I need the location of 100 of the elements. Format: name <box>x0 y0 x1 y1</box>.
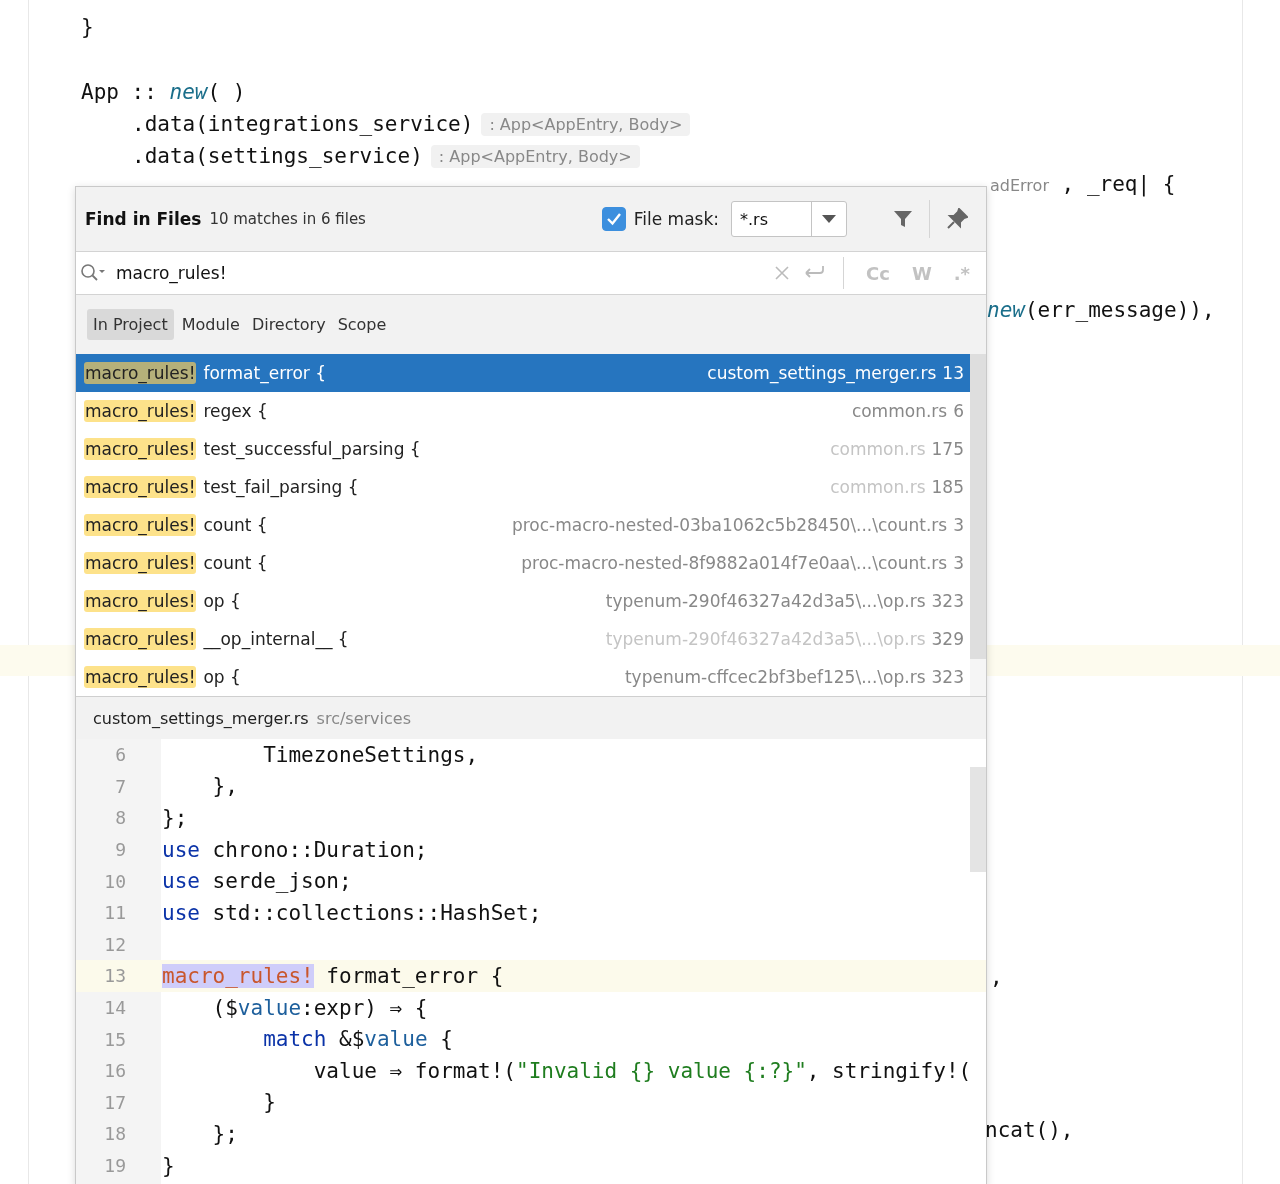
line-number: 8 <box>114 807 127 829</box>
pin-icon[interactable] <box>946 208 968 230</box>
code-line: } <box>162 1153 175 1178</box>
popup-title: Find in Files <box>85 209 202 229</box>
result-row[interactable]: macro_rules! count { proc-macro-nested-8f9882a014f7e0aa\...\count.rs 3 <box>76 544 970 582</box>
result-line-number: 3 <box>953 515 964 535</box>
code-line: .data(settings_service) <box>132 144 423 168</box>
result-row[interactable]: macro_rules! format_error { custom_settings_merger.rs 13 <box>76 354 970 392</box>
result-line-number: 6 <box>953 401 964 421</box>
line-number: 19 <box>103 1155 127 1176</box>
code-line: }; <box>162 806 188 830</box>
scope-tab[interactable]: Scope <box>333 309 391 340</box>
filter-icon[interactable] <box>893 209 913 229</box>
clear-icon[interactable] <box>775 266 789 280</box>
code-fragment: , <box>990 965 1003 989</box>
result-line-number: 323 <box>931 667 964 687</box>
code-line: use serde_json; <box>162 869 352 894</box>
result-file: custom_settings_merger.rs <box>707 363 937 383</box>
match-highlight: macro_rules! <box>84 628 197 650</box>
result-row[interactable]: macro_rules! __op_internal__ { typenum-290f46327a42d3a5\...\op.rs 329 <box>76 620 970 658</box>
file-mask-combo[interactable]: *.rs <box>731 201 847 237</box>
result-line-number: 13 <box>942 363 964 383</box>
search-icon <box>80 263 106 283</box>
result-text: test_fail_parsing { <box>203 477 359 497</box>
result-line-number: 329 <box>931 629 964 649</box>
result-row[interactable]: macro_rules! regex { common.rs 6 <box>76 392 970 430</box>
line-number: 7 <box>114 775 127 797</box>
result-row[interactable]: macro_rules! count { proc-macro-nested-03ba1062c5b28450\...\count.rs 3 <box>76 506 970 544</box>
result-text: count { <box>203 515 268 535</box>
code-line: } <box>81 15 94 39</box>
code-fragment: new(err_message)), <box>987 298 1215 322</box>
match-highlight: macro_rules! <box>84 476 197 498</box>
match-highlight: macro_rules! <box>84 362 197 384</box>
code-fragment: adError , _req| { <box>990 172 1176 196</box>
type-hint: : App<AppEntry, Body> <box>430 144 640 168</box>
scrollbar-thumb[interactable] <box>970 354 986 659</box>
result-line-number: 185 <box>931 477 964 497</box>
code-line: match &$value { <box>262 1027 453 1052</box>
code-line: value ⇒ format!("Invalid {} value {:?}", stringify!( <box>312 1058 972 1083</box>
match-highlight: macro_rules! <box>84 590 197 612</box>
code-line: }; <box>211 1121 238 1146</box>
code-fragment: ncat(), <box>985 1118 1074 1142</box>
line-number: 17 <box>103 1091 127 1113</box>
result-file: common.rs <box>851 401 948 421</box>
code-line: .data(integrations_service) <box>132 112 474 136</box>
result-text: regex { <box>203 401 268 421</box>
preview-file-path: src/services <box>316 708 411 728</box>
line-number: 18 <box>103 1123 127 1145</box>
result-text: test_successful_parsing { <box>203 439 421 459</box>
line-number: 12 <box>103 933 127 955</box>
scope-tab[interactable]: In Project <box>87 309 174 340</box>
result-row[interactable]: macro_rules! op { typenum-cffcec2bf3bef125\...\op.rs 323 <box>76 658 970 696</box>
code-line: App :: new( ) <box>81 80 246 104</box>
line-number: 11 <box>103 902 127 924</box>
code-line: use std::collections::HashSet; <box>162 900 542 925</box>
match-highlight: macro_rules! <box>84 400 197 422</box>
match-highlight: macro_rules! <box>84 438 197 460</box>
result-line-number: 3 <box>953 553 964 573</box>
scrollbar-thumb[interactable] <box>970 767 986 872</box>
result-file: common.rs <box>830 439 926 459</box>
code-line: use chrono::Duration; <box>162 837 428 862</box>
result-row[interactable]: macro_rules! test_fail_parsing { common.rs 185 <box>76 468 970 506</box>
line-number: 14 <box>103 997 127 1019</box>
result-text: format_error { <box>203 363 327 383</box>
result-file: proc-macro-nested-8f9882a014f7e0aa\...\count.rs <box>521 553 948 573</box>
code-line: } <box>262 1090 276 1115</box>
preview-file-name: custom_settings_merger.rs <box>93 708 309 728</box>
result-file: typenum-cffcec2bf3bef125\...\op.rs <box>624 667 926 687</box>
line-number: 13 <box>103 965 127 987</box>
result-row[interactable]: macro_rules! op { typenum-290f46327a42d3a5\...\op.rs 323 <box>76 582 970 620</box>
result-row[interactable]: macro_rules! test_successful_parsing { common.rs 175 <box>76 430 970 468</box>
result-file: proc-macro-nested-03ba1062c5b28450\...\count.rs <box>511 515 948 535</box>
code-line: }, <box>211 774 238 799</box>
scope-tab[interactable]: Directory <box>247 309 330 340</box>
result-file: typenum-290f46327a42d3a5\...\op.rs <box>605 629 926 649</box>
result-text: __op_internal__ { <box>203 629 349 649</box>
file-mask-label: File mask: <box>633 209 719 229</box>
line-number: 10 <box>103 870 127 892</box>
scope-tab[interactable]: Module <box>177 309 244 340</box>
match-highlight: macro_rules! <box>84 552 197 574</box>
match-highlight: macro_rules! <box>84 666 197 688</box>
match-highlight: macro_rules! <box>84 514 197 536</box>
result-line-number: 175 <box>931 439 964 459</box>
line-number: 6 <box>114 744 127 766</box>
search-field[interactable]: macro_rules! Cc W .* <box>76 251 986 295</box>
code-line: TimezoneSettings, <box>262 742 479 767</box>
line-number: 15 <box>103 1028 127 1050</box>
file-mask-checkbox[interactable] <box>601 207 626 231</box>
line-number: 9 <box>114 839 127 861</box>
dropdown-icon <box>822 215 836 223</box>
code-line: macro_rules! format_error { <box>162 963 504 988</box>
result-text: op { <box>203 591 241 611</box>
type-hint: : App<AppEntry, Body> <box>481 112 691 136</box>
result-text: op { <box>203 667 241 687</box>
result-file: common.rs <box>830 477 926 497</box>
result-file: typenum-290f46327a42d3a5\...\op.rs <box>605 591 926 611</box>
result-text: count { <box>203 553 268 573</box>
result-line-number: 323 <box>931 591 964 611</box>
code-line: ($value:expr) ⇒ { <box>211 995 428 1020</box>
match-summary: 10 matches in 6 files <box>209 210 366 228</box>
